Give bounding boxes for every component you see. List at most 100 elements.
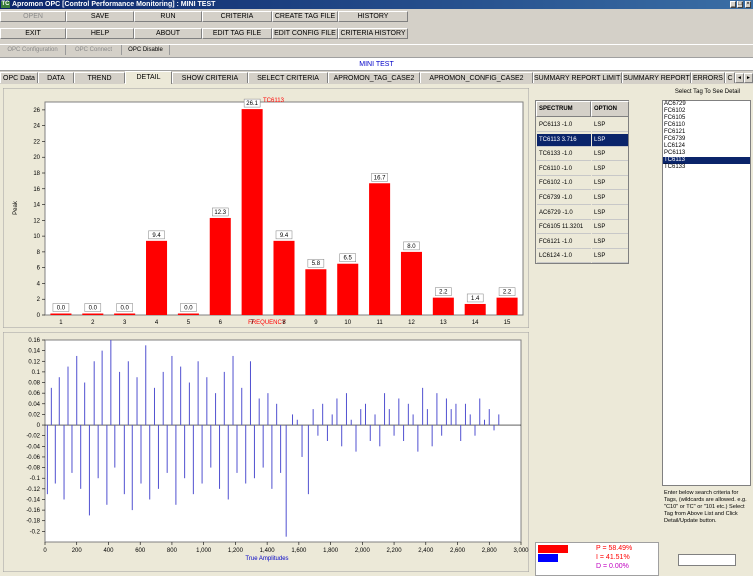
option-cell[interactable]: LSP <box>592 250 628 264</box>
opc-configuration-button[interactable]: OPC Configuration <box>0 45 66 55</box>
amp-x-tick-label: 2,400 <box>418 548 434 554</box>
tab-apromon-tag-case2[interactable]: APROMON_TAG_CASE2 <box>328 72 420 83</box>
exit-button[interactable]: EXIT <box>0 28 66 39</box>
tab-c[interactable]: C <box>725 72 735 83</box>
amp-x-tick-label: 600 <box>135 548 146 554</box>
spectrum-cell[interactable]: PC6113 -1.0 <box>537 119 591 132</box>
peak-bar-label: 9.4 <box>152 233 161 239</box>
amp-x-tick-label: 1,800 <box>323 548 339 554</box>
option-cell[interactable]: LSP <box>592 133 628 147</box>
peak-bar <box>400 251 422 315</box>
amp-x-tick-label: 1,600 <box>291 548 307 554</box>
peak-bar <box>496 297 518 315</box>
amp-x-tick-label: 1,400 <box>260 548 276 554</box>
option-cell[interactable]: LSP <box>592 119 628 132</box>
peak-bar-label: 2.2 <box>503 290 512 296</box>
peak-chart-title: TC6113 <box>263 98 285 104</box>
amp-x-tick-label: 2,000 <box>355 548 371 554</box>
criteria-history-button[interactable]: CRITERIA HISTORY <box>338 28 408 39</box>
option-cell[interactable]: LSP <box>592 221 628 235</box>
tab-select-criteria[interactable]: SELECT CRITERIA <box>248 72 328 83</box>
create-tag-file-button[interactable]: CREATE TAG FILE <box>272 11 338 22</box>
option-cell[interactable]: LSP <box>592 163 628 176</box>
tab-errors[interactable]: ERRORS <box>691 72 725 83</box>
amp-y-tick-label: -0.14 <box>26 497 40 503</box>
help-button[interactable]: HELP <box>66 28 134 39</box>
spectrum-header: SPECTRUM <box>536 101 591 117</box>
tab-data[interactable]: DATA <box>38 72 74 83</box>
spectrum-cell[interactable]: FC6121 -1.0 <box>537 236 591 249</box>
tab-detail[interactable]: DETAIL <box>125 71 172 84</box>
option-cell[interactable]: LSP <box>592 177 628 191</box>
tag-list-item[interactable]: LC6124 <box>663 143 750 150</box>
peak-y-tick-label: 18 <box>33 171 40 177</box>
window-title: Apromon OPC [Control Performance Monitor… <box>0 0 753 9</box>
peak-bar <box>432 297 454 315</box>
page-banner: MINI TEST <box>0 57 753 71</box>
tab-scroll-right-icon[interactable]: ► <box>744 73 753 83</box>
maximize-button[interactable]: □ <box>737 1 743 8</box>
amp-y-tick-label: -0.02 <box>26 434 40 440</box>
tab-opc-data[interactable]: OPC Data <box>0 72 38 83</box>
opc-disable-button[interactable]: OPC Disable <box>122 45 170 55</box>
amp-chart-plot-area <box>44 339 522 543</box>
history-button[interactable]: HISTORY <box>338 11 408 22</box>
edit-config-file-button[interactable]: EDIT CONFIG FILE <box>272 28 338 39</box>
tag-list-item[interactable]: FC6121 <box>663 129 750 136</box>
peak-y-tick-label: 22 <box>33 139 40 145</box>
spectrum-cell[interactable]: FC6102 -1.0 <box>537 177 591 191</box>
tab-summary-report-limits[interactable]: SUMMARY REPORT LIMITS <box>533 72 622 83</box>
tag-list-item[interactable]: TC6133 <box>663 164 750 171</box>
option-cell[interactable]: LSP <box>592 236 628 249</box>
tag-list-item[interactable]: PC6113 <box>663 150 750 157</box>
tag-list[interactable]: AC6729 FC6102 FC6105 FC6110 FC6121 FC6739 LC61… <box>662 100 751 486</box>
legend-d-value: D = 0.00% <box>596 563 629 570</box>
criteria-button[interactable]: CRITERIA <box>202 11 272 22</box>
amp-y-tick-label: 0.02 <box>28 412 40 418</box>
option-cell[interactable]: LSP <box>592 148 628 162</box>
tag-search-input[interactable] <box>678 554 736 566</box>
spectrum-cell[interactable]: FC6110 -1.0 <box>537 163 591 176</box>
peak-chart-xlabel: FREQUENCY <box>248 320 286 326</box>
peak-x-tick-label: 12 <box>408 320 415 326</box>
minimize-button[interactable]: _ <box>730 1 736 8</box>
amp-y-tick-label: -0.12 <box>26 487 40 493</box>
run-button[interactable]: RUN <box>134 11 202 22</box>
tab-scroll-left-icon[interactable]: ◄ <box>735 73 744 83</box>
open-button[interactable]: OPEN <box>0 11 66 22</box>
amp-y-tick-label: 0.16 <box>28 338 40 344</box>
about-button[interactable]: ABOUT <box>134 28 202 39</box>
peak-bar <box>273 240 295 315</box>
tab-summary-report[interactable]: SUMMARY REPORT <box>622 72 691 83</box>
spectrum-cell[interactable]: FC6739 -1.0 <box>537 192 591 205</box>
tag-list-item[interactable]: FC6102 <box>663 108 750 115</box>
spectrum-cell[interactable]: TC6113 3.716 <box>537 133 591 147</box>
tag-list-item[interactable]: FC6110 <box>663 122 750 129</box>
tab-apromon-config-case2[interactable]: APROMON_CONFIG_CASE2 <box>420 72 533 83</box>
spectrum-cell[interactable]: LC6124 -1.0 <box>537 250 591 264</box>
spectrum-cell[interactable]: AC6729 -1.0 <box>537 207 591 220</box>
spectrum-cell[interactable]: FC6105 11.3201 <box>537 221 591 235</box>
amp-y-tick-label: -0.06 <box>26 455 40 461</box>
close-button[interactable]: × <box>745 1 751 8</box>
option-cell[interactable]: LSP <box>592 207 628 220</box>
opc-bar: OPC Configuration OPC Connect OPC Disabl… <box>0 44 753 55</box>
tag-list-item[interactable]: TC6113 <box>663 157 750 164</box>
tag-list-item[interactable]: FC6105 <box>663 115 750 122</box>
tag-list-item[interactable]: AC6729 <box>663 101 750 108</box>
edit-tag-file-button[interactable]: EDIT TAG FILE <box>202 28 272 39</box>
peak-bar <box>50 313 72 315</box>
tab-trend[interactable]: TREND <box>74 72 125 83</box>
option-cell[interactable]: LSP <box>592 192 628 205</box>
opc-connect-button[interactable]: OPC Connect <box>66 45 122 55</box>
peak-bar-label: 0.0 <box>57 306 66 312</box>
peak-x-tick-label: 15 <box>504 320 511 326</box>
peak-bar-label: 16.7 <box>374 175 386 181</box>
tab-show-criteria[interactable]: SHOW CRITERIA <box>172 72 248 83</box>
spectrum-cell[interactable]: TC6133 -1.0 <box>537 148 591 162</box>
tag-list-item[interactable]: FC6739 <box>663 136 750 143</box>
peak-bar <box>146 240 168 315</box>
save-button[interactable]: SAVE <box>66 11 134 22</box>
peak-bar-label: 5.8 <box>312 261 321 267</box>
amp-y-tick-label: -0.1 <box>30 476 41 482</box>
